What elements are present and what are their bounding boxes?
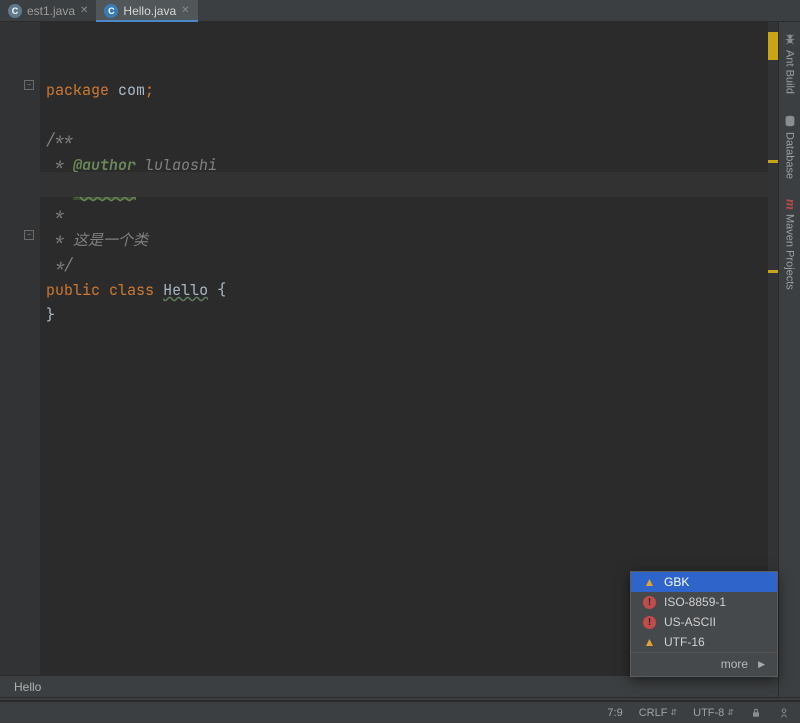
warning-marker[interactable]: [768, 270, 778, 273]
tab-label: Hello.java: [123, 4, 176, 18]
breadcrumb-item[interactable]: Hello: [14, 680, 41, 694]
encoding-option-iso[interactable]: ! ISO-8859-1: [631, 592, 777, 612]
encoding-option-ascii[interactable]: ! US-ASCII: [631, 612, 777, 632]
tab-label: est1.java: [27, 4, 75, 18]
database-icon: [783, 114, 797, 128]
status-bar: 7:9 CRLF ⇵ UTF-8 ⇵: [0, 701, 800, 723]
current-line-highlight: [40, 172, 768, 197]
java-class-icon: C: [104, 4, 118, 18]
warning-icon: ▲: [643, 575, 656, 589]
error-icon: !: [643, 596, 656, 609]
chevron-up-down-icon: ⇵: [670, 708, 677, 717]
encoding-option-gbk[interactable]: ▲ GBK: [631, 572, 777, 592]
tab-hello[interactable]: C Hello.java ✕: [96, 0, 197, 21]
editor-tabstrip: C est1.java ✕ C Hello.java ✕: [0, 0, 800, 22]
close-icon[interactable]: ✕: [181, 5, 189, 16]
breadcrumb[interactable]: Hello: [0, 675, 778, 697]
maven-icon: m: [783, 199, 797, 210]
ide-window: C est1.java ✕ C Hello.java ✕ − − package…: [0, 0, 800, 723]
chevron-right-icon: ▶: [758, 659, 765, 670]
file-encoding[interactable]: UTF-8 ⇵: [693, 707, 734, 719]
warning-marker[interactable]: [768, 160, 778, 163]
tool-window-ant[interactable]: Ant Build: [783, 28, 797, 98]
chevron-up-down-icon: ⇵: [727, 708, 734, 717]
tool-window-maven[interactable]: m Maven Projects: [783, 195, 797, 294]
inspector-icon: [778, 707, 790, 719]
java-file-icon: C: [8, 4, 22, 18]
warning-icon: ▲: [643, 635, 656, 649]
lock-icon: [750, 707, 762, 719]
hector-icon[interactable]: [778, 707, 790, 719]
ant-icon: [783, 32, 797, 46]
readonly-toggle[interactable]: [750, 707, 762, 719]
tab-est1[interactable]: C est1.java ✕: [0, 0, 96, 21]
fold-toggle-icon[interactable]: −: [24, 230, 34, 240]
line-separator[interactable]: CRLF ⇵: [639, 707, 677, 719]
error-icon: !: [643, 616, 656, 629]
tool-window-database[interactable]: Database: [783, 110, 797, 183]
caret-position[interactable]: 7:9: [607, 707, 622, 719]
encoding-popup: ▲ GBK ! ISO-8859-1 ! US-ASCII ▲ UTF-16 m…: [630, 571, 778, 677]
fold-toggle-icon[interactable]: −: [24, 80, 34, 90]
gutter[interactable]: − −: [0, 22, 40, 675]
warning-marker[interactable]: [768, 32, 778, 60]
close-icon[interactable]: ✕: [80, 5, 88, 16]
right-tool-strip: Ant Build Database m Maven Projects: [778, 22, 800, 697]
encoding-option-utf16[interactable]: ▲ UTF-16: [631, 632, 777, 652]
encoding-more[interactable]: more ▶: [631, 652, 777, 676]
